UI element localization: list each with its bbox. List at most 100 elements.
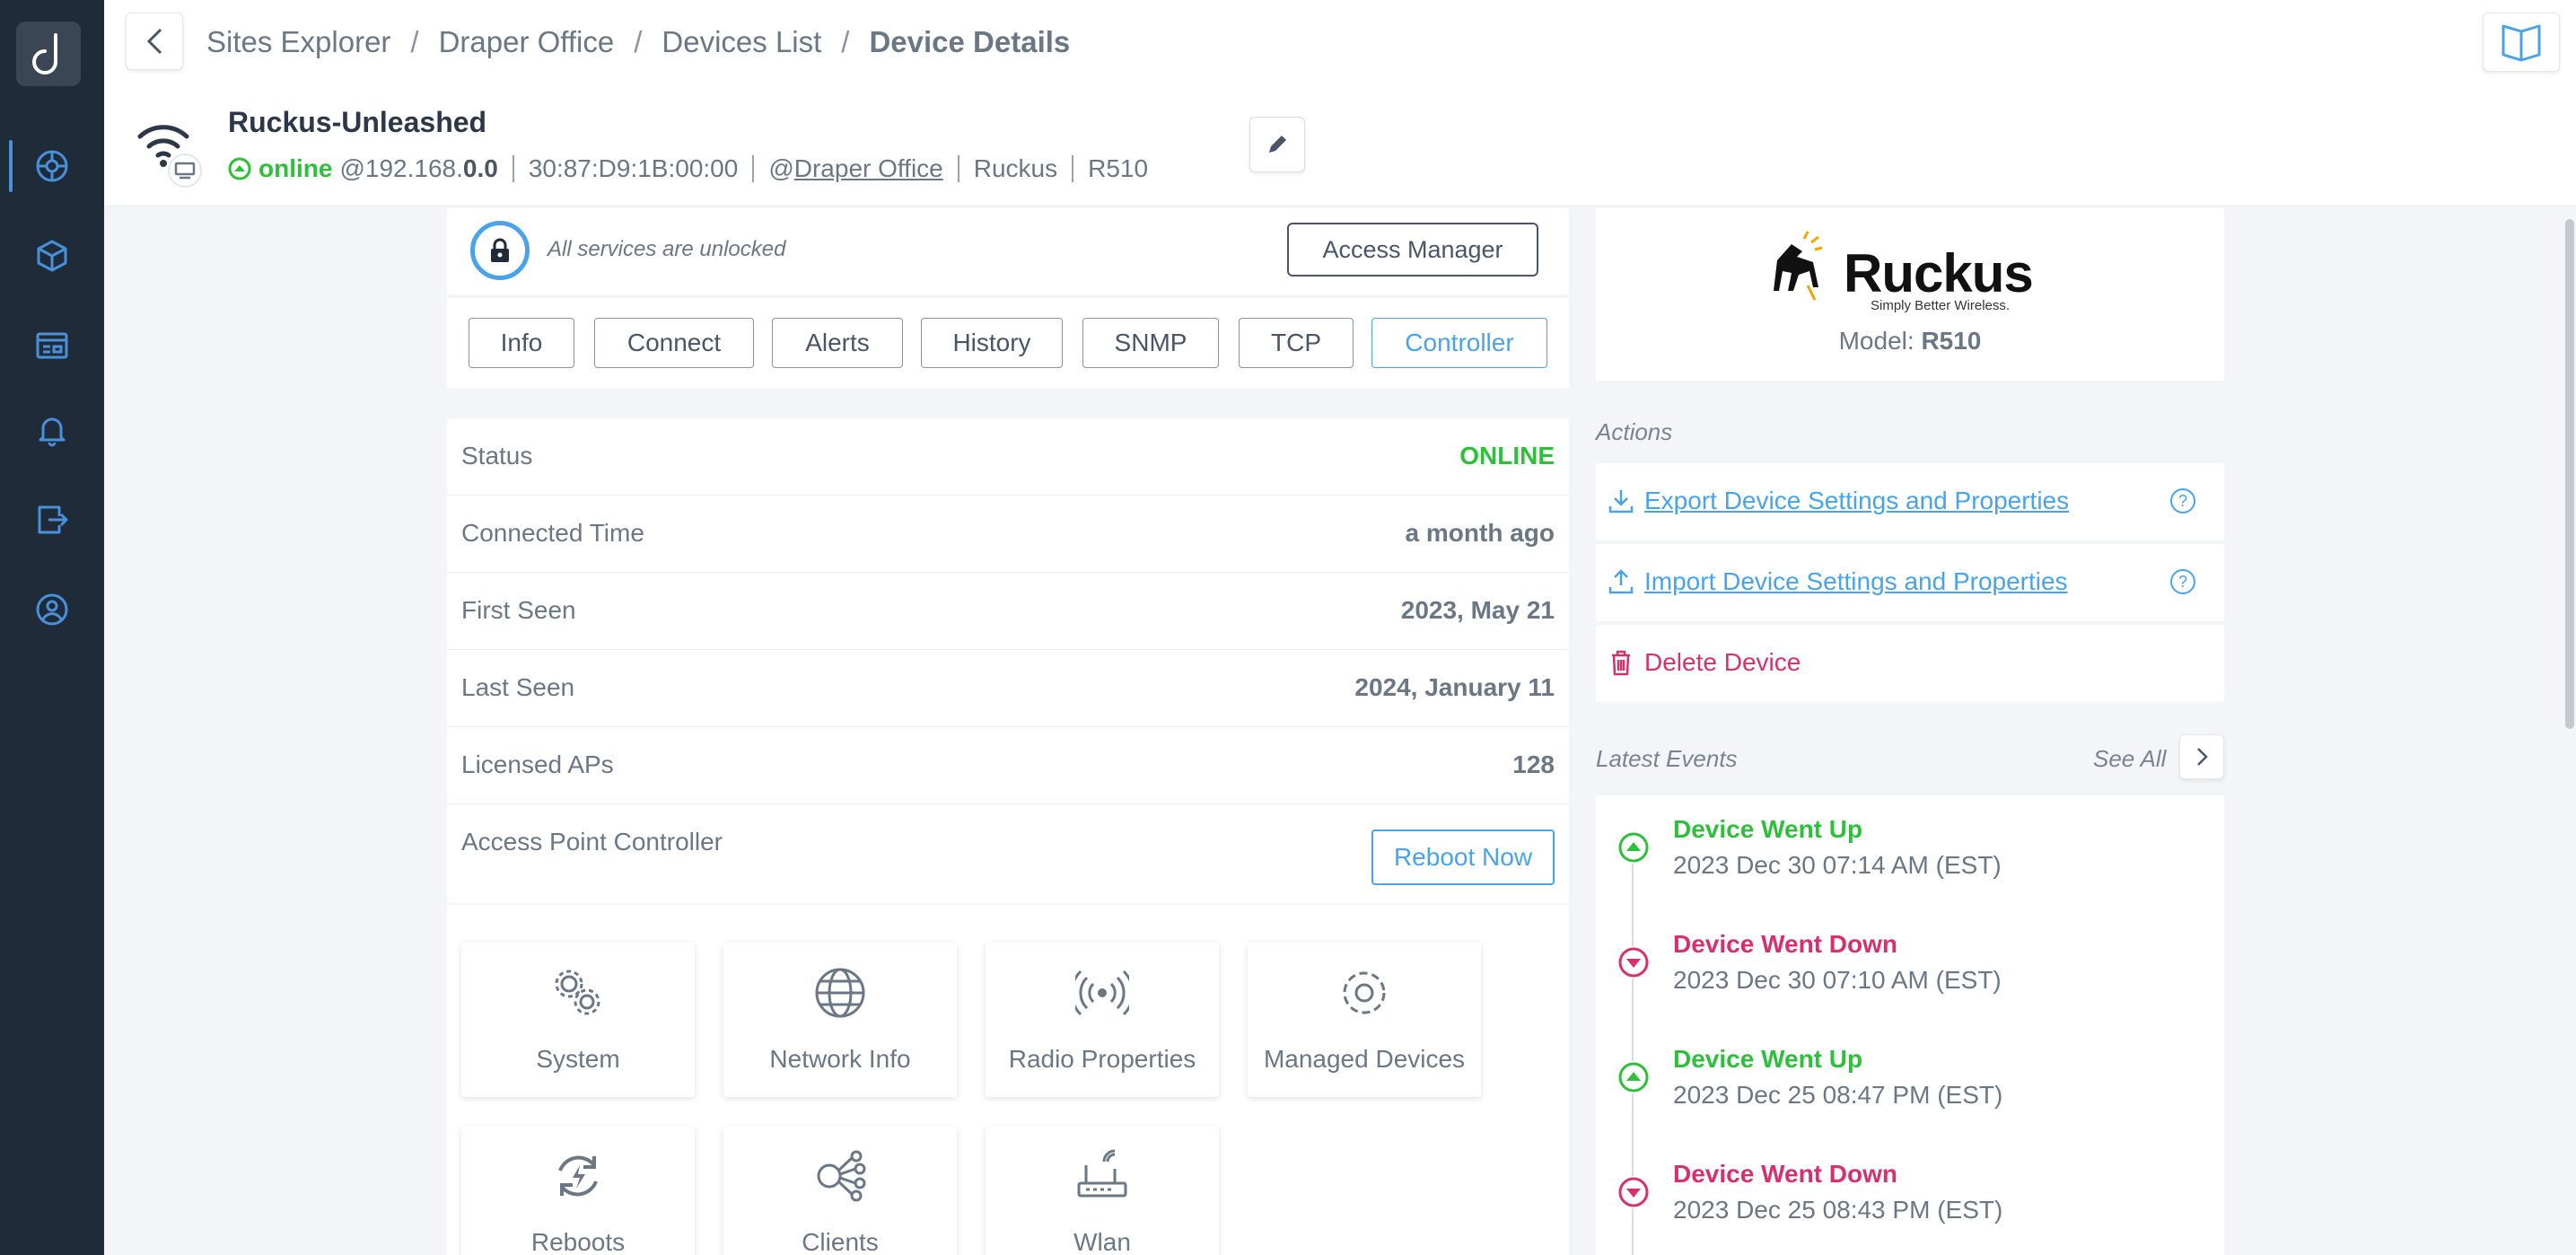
tile-system[interactable]: System [461, 943, 695, 1097]
device-type-icon [136, 118, 208, 190]
reboot-now-button[interactable]: Reboot Now [1371, 829, 1555, 885]
detail-value: 2023, May 21 [1400, 596, 1555, 624]
event-time: 2023 Dec 30 07:10 AM (EST) [1673, 966, 2002, 994]
tile-clients[interactable]: Clients [723, 1126, 957, 1255]
event-up-icon [1617, 1061, 1650, 1093]
detail-row-first-seen: First Seen 2023, May 21 [447, 573, 1569, 650]
status-up-icon [228, 157, 251, 180]
tile-label: Wlan [1073, 1228, 1131, 1255]
export-settings-link[interactable]: Export Device Settings and Properties [1644, 487, 2069, 515]
import-settings-link[interactable]: Import Device Settings and Properties [1644, 567, 2068, 596]
tab-alerts[interactable]: Alerts [772, 318, 903, 368]
model-value: R510 [1921, 327, 1982, 355]
book-icon [2502, 24, 2541, 62]
detail-row-connected-time: Connected Time a month ago [447, 496, 1569, 573]
delete-device-action[interactable]: Delete Device [1596, 625, 2224, 702]
sidebar-item-dashboard[interactable] [0, 314, 104, 377]
event-down-icon [1617, 1176, 1650, 1208]
lock-icon [491, 238, 509, 262]
breadcrumb-current: Device Details [869, 25, 1071, 58]
sidebar-item-sites[interactable] [0, 135, 104, 197]
meta-divider [957, 155, 959, 182]
breadcrumb-item-sites-explorer[interactable]: Sites Explorer [206, 25, 390, 59]
see-all-button[interactable] [2179, 734, 2224, 779]
tile-label: Network Info [769, 1045, 911, 1073]
event-item: Device Went Up 2023 Dec 25 08:47 PM (EST… [1596, 1025, 2224, 1140]
app-logo[interactable] [16, 22, 81, 86]
detail-label: Access Point Controller [461, 828, 723, 856]
breadcrumb-item-draper-office[interactable]: Draper Office [439, 25, 615, 59]
detail-label: Status [461, 442, 533, 470]
tab-connect[interactable]: Connect [594, 318, 754, 368]
breadcrumb-separator: / [634, 25, 643, 58]
wifi-icon [137, 125, 202, 188]
reports-icon [38, 505, 68, 534]
delete-device-link[interactable]: Delete Device [1644, 648, 1801, 677]
export-settings-action[interactable]: Export Device Settings and Properties ? [1596, 463, 2224, 540]
tile-wlan[interactable]: Wlan [986, 1126, 1219, 1255]
sidebar-item-account[interactable] [0, 578, 104, 641]
breadcrumb-separator: / [841, 25, 850, 58]
bell-icon [39, 417, 66, 447]
event-title: Device Went Up [1673, 815, 1863, 843]
device-mac: 30:87:D9:1B:00:00 [528, 154, 739, 182]
detail-label: Last Seen [461, 673, 575, 701]
edit-device-button[interactable] [1249, 117, 1305, 172]
detail-row-last-seen: Last Seen 2024, January 11 [447, 650, 1569, 727]
detail-value: a month ago [1405, 519, 1555, 547]
brand-logo-text: Ruckus [1844, 243, 2034, 303]
tile-network-info[interactable]: Network Info [723, 943, 957, 1097]
detail-label: Connected Time [461, 519, 644, 547]
sites-icon [36, 150, 68, 182]
router-icon [1077, 1149, 1127, 1198]
breadcrumb-separator: / [410, 25, 419, 58]
download-icon [1608, 490, 1634, 513]
event-time: 2023 Dec 30 07:14 AM (EST) [1673, 851, 2002, 879]
device-name: Ruckus-Unleashed [228, 106, 487, 138]
sidebar-item-devices[interactable] [0, 224, 104, 287]
help-icon[interactable]: ? [2170, 488, 2195, 513]
radio-icon [1075, 970, 1129, 1016]
sidebar-item-alerts[interactable] [0, 399, 104, 461]
event-item: Device Went Down 2023 Dec 25 08:43 PM (E… [1596, 1140, 2224, 1255]
device-site-link[interactable]: Draper Office [794, 154, 943, 183]
model-card: Ruckus Simply Better Wireless. Model: R5… [1596, 208, 2224, 381]
tab-history[interactable]: History [921, 318, 1063, 368]
import-settings-action[interactable]: Import Device Settings and Properties ? [1596, 544, 2224, 621]
detail-row-status: Status ONLINE [447, 418, 1569, 496]
breadcrumb-item-devices-list[interactable]: Devices List [662, 25, 821, 59]
see-all-link[interactable]: See All [2093, 745, 2166, 773]
tile-label: Radio Properties [1008, 1045, 1196, 1073]
tile-radio-properties[interactable]: Radio Properties [986, 943, 1219, 1097]
tile-label: Reboots [530, 1228, 626, 1255]
clients-icon [817, 1150, 866, 1202]
access-manager-button[interactable]: Access Manager [1287, 223, 1538, 276]
back-button[interactable] [126, 13, 183, 70]
logo-d-icon [32, 33, 57, 75]
user-icon [36, 593, 68, 626]
tab-controller[interactable]: Controller [1371, 318, 1547, 368]
model-info: Model: R510 [1596, 327, 2224, 355]
tab-tcp[interactable]: TCP [1239, 318, 1354, 368]
detail-label: First Seen [461, 596, 576, 624]
device-status: online [258, 154, 333, 182]
event-item: Device Went Up 2023 Dec 30 07:14 AM (EST… [1596, 795, 2224, 910]
services-lock-card: All services are unlocked Access Manager [447, 208, 1569, 294]
tile-reboots[interactable]: Reboots [461, 1126, 695, 1255]
sidebar-item-reports[interactable] [0, 488, 104, 551]
tab-info[interactable]: Info [469, 318, 574, 368]
actions-title: Actions [1596, 418, 1673, 445]
help-icon[interactable]: ? [2170, 569, 2195, 594]
docs-button[interactable] [2483, 13, 2560, 72]
event-item: Device Went Down 2023 Dec 30 07:10 AM (E… [1596, 910, 2224, 1025]
lock-indicator [470, 221, 530, 280]
page-scrollbar[interactable] [2565, 219, 2574, 729]
tab-snmp[interactable]: SNMP [1082, 318, 1219, 368]
event-down-icon [1617, 946, 1650, 979]
tile-managed-devices[interactable]: Managed Devices [1248, 943, 1481, 1097]
event-title: Device Went Up [1673, 1045, 1863, 1073]
tile-label: System [536, 1045, 620, 1073]
detail-value: ONLINE [1459, 442, 1555, 470]
event-title: Device Went Down [1673, 1160, 1897, 1188]
device-details-table: Status ONLINE Connected Time a month ago… [447, 418, 1569, 903]
